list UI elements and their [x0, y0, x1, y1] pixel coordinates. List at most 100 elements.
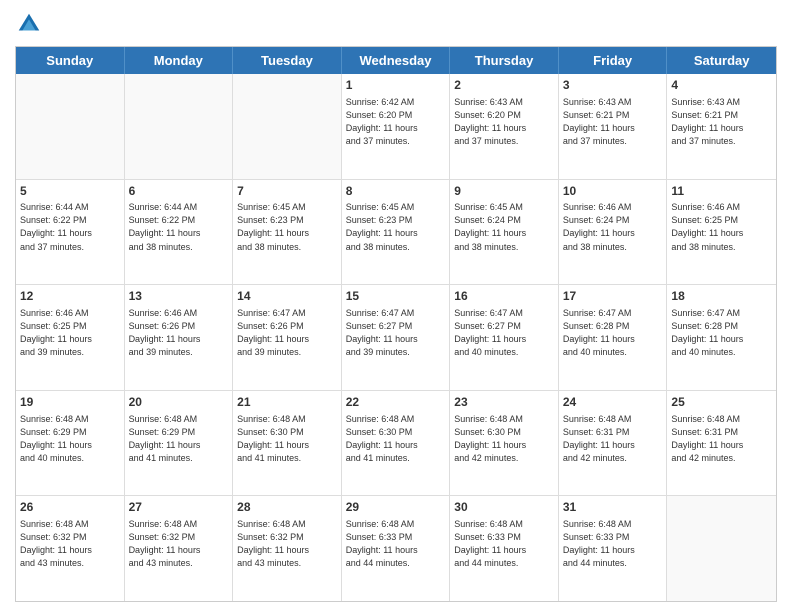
- day-number: 25: [671, 394, 772, 411]
- day-info: Sunrise: 6:48 AM Sunset: 6:32 PM Dayligh…: [129, 518, 229, 570]
- day-number: 14: [237, 288, 337, 305]
- day-number: 20: [129, 394, 229, 411]
- calendar-cell: 4 Sunrise: 6:43 AM Sunset: 6:21 PM Daylig…: [667, 74, 776, 179]
- day-info: Sunrise: 6:48 AM Sunset: 6:31 PM Dayligh…: [671, 413, 772, 465]
- day-number: 12: [20, 288, 120, 305]
- calendar-cell: 10Sunrise: 6:46 AM Sunset: 6:24 PM Dayli…: [559, 180, 668, 285]
- calendar-cell: 17Sunrise: 6:47 AM Sunset: 6:28 PM Dayli…: [559, 285, 668, 390]
- day-number: 1: [346, 77, 446, 94]
- calendar-header-cell: Wednesday: [342, 47, 451, 74]
- calendar-header-cell: Saturday: [667, 47, 776, 74]
- day-info: Sunrise: 6:47 AM Sunset: 6:28 PM Dayligh…: [671, 307, 772, 359]
- calendar-cell: 13 Sunrise: 6:46 AM Sunset: 6:26 PM Dayli…: [125, 285, 234, 390]
- calendar-cell: 14 Sunrise: 6:47 AM Sunset: 6:26 PM Dayli…: [233, 285, 342, 390]
- day-info: Sunrise: 6:45 AM Sunset: 6:24 PM Dayligh…: [454, 201, 554, 253]
- day-number: 4: [671, 77, 772, 94]
- day-number: 26: [20, 499, 120, 516]
- day-info: Sunrise: 6:48 AM Sunset: 6:33 PM Dayligh…: [346, 518, 446, 570]
- calendar-cell: 5Sunrise: 6:44 AM Sunset: 6:22 PM Daylig…: [16, 180, 125, 285]
- calendar-cell: 11Sunrise: 6:46 AM Sunset: 6:25 PM Dayli…: [667, 180, 776, 285]
- day-number: 30: [454, 499, 554, 516]
- day-info: Sunrise: 6:47 AM Sunset: 6:26 PM Dayligh…: [237, 307, 337, 359]
- calendar-cell: 25 Sunrise: 6:48 AM Sunset: 6:31 PM Dayli…: [667, 391, 776, 496]
- day-number: 16: [454, 288, 554, 305]
- day-number: 9: [454, 183, 554, 200]
- calendar-cell: 15 Sunrise: 6:47 AM Sunset: 6:27 PM Dayli…: [342, 285, 451, 390]
- calendar-row: 26 Sunrise: 6:48 AM Sunset: 6:32 PM Dayli…: [16, 496, 776, 601]
- calendar-cell: [233, 74, 342, 179]
- day-number: 31: [563, 499, 663, 516]
- day-info: Sunrise: 6:46 AM Sunset: 6:25 PM Dayligh…: [671, 201, 772, 253]
- day-number: 2: [454, 77, 554, 94]
- calendar-cell: 29Sunrise: 6:48 AM Sunset: 6:33 PM Dayli…: [342, 496, 451, 601]
- day-info: Sunrise: 6:46 AM Sunset: 6:26 PM Dayligh…: [129, 307, 229, 359]
- calendar-body: 1 Sunrise: 6:42 AM Sunset: 6:20 PM Daylig…: [16, 74, 776, 601]
- calendar-cell: 30 Sunrise: 6:48 AM Sunset: 6:33 PM Dayli…: [450, 496, 559, 601]
- day-number: 8: [346, 183, 446, 200]
- day-info: Sunrise: 6:47 AM Sunset: 6:27 PM Dayligh…: [346, 307, 446, 359]
- day-number: 7: [237, 183, 337, 200]
- day-number: 28: [237, 499, 337, 516]
- calendar-row: 19Sunrise: 6:48 AM Sunset: 6:29 PM Dayli…: [16, 391, 776, 497]
- calendar-row: 12Sunrise: 6:46 AM Sunset: 6:25 PM Dayli…: [16, 285, 776, 391]
- day-number: 24: [563, 394, 663, 411]
- day-info: Sunrise: 6:44 AM Sunset: 6:22 PM Dayligh…: [20, 201, 120, 253]
- day-info: Sunrise: 6:48 AM Sunset: 6:32 PM Dayligh…: [237, 518, 337, 570]
- day-number: 27: [129, 499, 229, 516]
- calendar-cell: 26 Sunrise: 6:48 AM Sunset: 6:32 PM Dayli…: [16, 496, 125, 601]
- calendar-cell: 1 Sunrise: 6:42 AM Sunset: 6:20 PM Daylig…: [342, 74, 451, 179]
- calendar-cell: 9Sunrise: 6:45 AM Sunset: 6:24 PM Daylig…: [450, 180, 559, 285]
- calendar-cell: 16Sunrise: 6:47 AM Sunset: 6:27 PM Dayli…: [450, 285, 559, 390]
- calendar-cell: 20 Sunrise: 6:48 AM Sunset: 6:29 PM Dayli…: [125, 391, 234, 496]
- day-info: Sunrise: 6:48 AM Sunset: 6:30 PM Dayligh…: [454, 413, 554, 465]
- day-info: Sunrise: 6:43 AM Sunset: 6:20 PM Dayligh…: [454, 96, 554, 148]
- calendar-cell: 2 Sunrise: 6:43 AM Sunset: 6:20 PM Daylig…: [450, 74, 559, 179]
- day-info: Sunrise: 6:42 AM Sunset: 6:20 PM Dayligh…: [346, 96, 446, 148]
- calendar-header: SundayMondayTuesdayWednesdayThursdayFrid…: [16, 47, 776, 74]
- calendar-cell: 27 Sunrise: 6:48 AM Sunset: 6:32 PM Dayli…: [125, 496, 234, 601]
- calendar-cell: [667, 496, 776, 601]
- calendar-cell: 22 Sunrise: 6:48 AM Sunset: 6:30 PM Dayli…: [342, 391, 451, 496]
- calendar-cell: 3 Sunrise: 6:43 AM Sunset: 6:21 PM Daylig…: [559, 74, 668, 179]
- calendar-cell: 31Sunrise: 6:48 AM Sunset: 6:33 PM Dayli…: [559, 496, 668, 601]
- day-info: Sunrise: 6:46 AM Sunset: 6:24 PM Dayligh…: [563, 201, 663, 253]
- day-number: 17: [563, 288, 663, 305]
- calendar-cell: 24 Sunrise: 6:48 AM Sunset: 6:31 PM Dayli…: [559, 391, 668, 496]
- day-info: Sunrise: 6:45 AM Sunset: 6:23 PM Dayligh…: [237, 201, 337, 253]
- calendar-cell: 18Sunrise: 6:47 AM Sunset: 6:28 PM Dayli…: [667, 285, 776, 390]
- calendar-cell: 12Sunrise: 6:46 AM Sunset: 6:25 PM Dayli…: [16, 285, 125, 390]
- calendar-cell: 28 Sunrise: 6:48 AM Sunset: 6:32 PM Dayli…: [233, 496, 342, 601]
- day-info: Sunrise: 6:48 AM Sunset: 6:30 PM Dayligh…: [346, 413, 446, 465]
- calendar-row: 1 Sunrise: 6:42 AM Sunset: 6:20 PM Daylig…: [16, 74, 776, 180]
- day-info: Sunrise: 6:48 AM Sunset: 6:33 PM Dayligh…: [454, 518, 554, 570]
- calendar-cell: 21Sunrise: 6:48 AM Sunset: 6:30 PM Dayli…: [233, 391, 342, 496]
- day-number: 13: [129, 288, 229, 305]
- day-number: 3: [563, 77, 663, 94]
- calendar-row: 5Sunrise: 6:44 AM Sunset: 6:22 PM Daylig…: [16, 180, 776, 286]
- day-number: 6: [129, 183, 229, 200]
- day-number: 15: [346, 288, 446, 305]
- day-number: 21: [237, 394, 337, 411]
- day-info: Sunrise: 6:48 AM Sunset: 6:31 PM Dayligh…: [563, 413, 663, 465]
- day-info: Sunrise: 6:44 AM Sunset: 6:22 PM Dayligh…: [129, 201, 229, 253]
- calendar-cell: [125, 74, 234, 179]
- calendar-cell: 8Sunrise: 6:45 AM Sunset: 6:23 PM Daylig…: [342, 180, 451, 285]
- calendar-cell: [16, 74, 125, 179]
- day-info: Sunrise: 6:48 AM Sunset: 6:29 PM Dayligh…: [129, 413, 229, 465]
- day-number: 22: [346, 394, 446, 411]
- logo-icon: [15, 10, 43, 38]
- calendar: SundayMondayTuesdayWednesdayThursdayFrid…: [15, 46, 777, 602]
- day-number: 23: [454, 394, 554, 411]
- calendar-header-cell: Tuesday: [233, 47, 342, 74]
- day-number: 10: [563, 183, 663, 200]
- day-number: 5: [20, 183, 120, 200]
- day-info: Sunrise: 6:43 AM Sunset: 6:21 PM Dayligh…: [671, 96, 772, 148]
- calendar-cell: 19Sunrise: 6:48 AM Sunset: 6:29 PM Dayli…: [16, 391, 125, 496]
- day-info: Sunrise: 6:43 AM Sunset: 6:21 PM Dayligh…: [563, 96, 663, 148]
- day-info: Sunrise: 6:48 AM Sunset: 6:32 PM Dayligh…: [20, 518, 120, 570]
- calendar-header-cell: Monday: [125, 47, 234, 74]
- calendar-header-cell: Friday: [559, 47, 668, 74]
- day-info: Sunrise: 6:45 AM Sunset: 6:23 PM Dayligh…: [346, 201, 446, 253]
- header: [15, 10, 777, 38]
- calendar-cell: 23 Sunrise: 6:48 AM Sunset: 6:30 PM Dayli…: [450, 391, 559, 496]
